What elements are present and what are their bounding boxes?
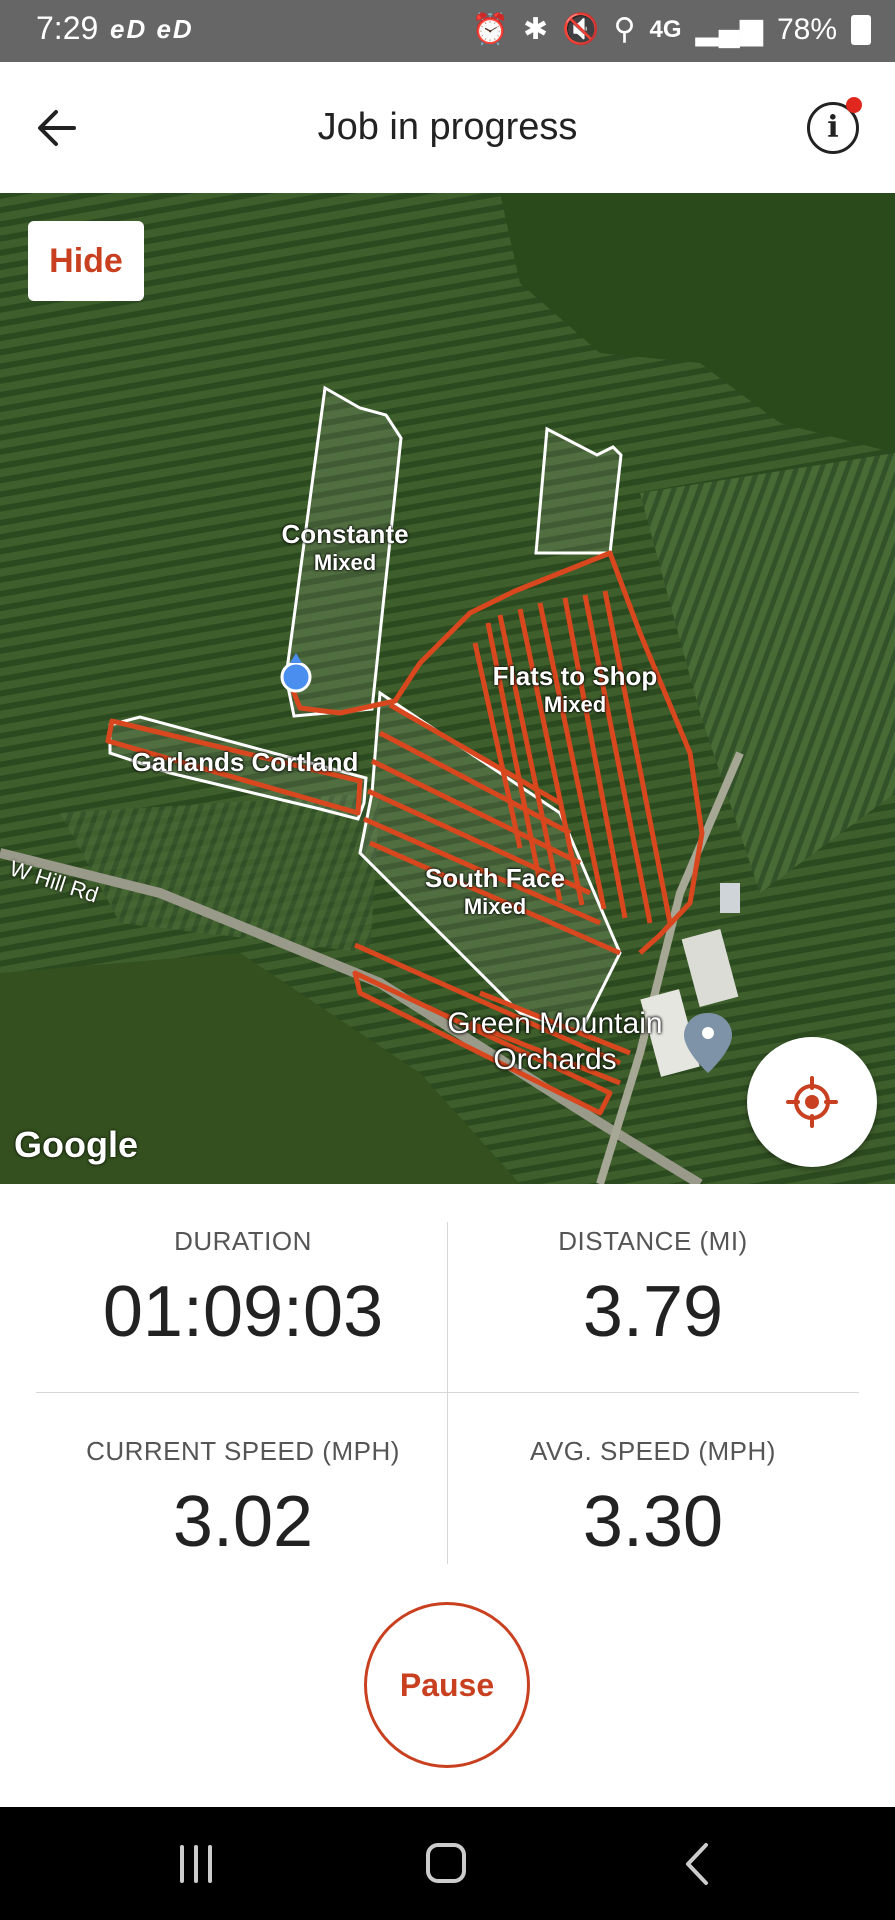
google-logo: Google bbox=[14, 1124, 138, 1165]
bluetooth-icon: ✱ bbox=[523, 13, 549, 46]
status-bar: 7:29 eD eD ⏰ ✱ 🔇 ⚲ 4G ▂▄▆ 78% bbox=[0, 0, 895, 62]
my-location-button[interactable] bbox=[747, 1037, 877, 1167]
stat-current-speed: CURRENT SPEED (MPH) 3.02 bbox=[38, 1436, 448, 1563]
signal-icon: ▂▄▆ bbox=[695, 13, 763, 46]
stat-value: 01:09:03 bbox=[102, 1272, 384, 1352]
recent-apps-button[interactable] bbox=[166, 1839, 226, 1889]
field-type: Mixed bbox=[463, 894, 527, 919]
field-name: Flats to Shop bbox=[492, 661, 658, 691]
divider-horizontal bbox=[36, 1392, 859, 1393]
pause-button[interactable]: Pause bbox=[364, 1602, 530, 1768]
notification-icons: eD eD bbox=[110, 14, 194, 44]
app-header: Job in progress i bbox=[0, 62, 895, 193]
place-label: Green Mountain Orchards bbox=[447, 1007, 663, 1076]
stat-duration: DURATION 01:09:03 bbox=[38, 1226, 448, 1353]
field-label-south-face[interactable]: South Face Mixed bbox=[410, 863, 580, 920]
stat-distance: DISTANCE (MI) 3.79 bbox=[448, 1226, 858, 1353]
stat-label: AVG. SPEED (MPH) bbox=[530, 1436, 776, 1466]
page-title: Job in progress bbox=[317, 106, 578, 148]
stat-label: DISTANCE (MI) bbox=[558, 1226, 748, 1256]
map-view[interactable]: Hide Constante Mixed Flats to Shop Mixed… bbox=[0, 193, 895, 1184]
chevron-left-icon bbox=[686, 1843, 708, 1885]
network-label: 4G bbox=[649, 15, 682, 43]
crosshair-icon bbox=[786, 1076, 838, 1128]
info-button[interactable]: i bbox=[807, 97, 862, 154]
mute-icon: 🔇 bbox=[562, 13, 600, 46]
stat-value: 3.79 bbox=[582, 1272, 724, 1352]
stat-label: DURATION bbox=[174, 1226, 312, 1256]
system-back-button[interactable] bbox=[668, 1839, 728, 1889]
alarm-icon: ⏰ bbox=[471, 13, 510, 46]
notification-dot bbox=[846, 97, 862, 113]
system-icons: ⏰ ✱ 🔇 ⚲ 4G ▂▄▆ 78% bbox=[472, 12, 871, 47]
system-nav-bar bbox=[0, 1807, 895, 1920]
field-name: South Face bbox=[424, 863, 566, 893]
status-time: 7:29 bbox=[36, 10, 99, 46]
field-type: Mixed bbox=[313, 550, 377, 575]
field-name: Constante bbox=[281, 519, 409, 549]
field-type: Mixed bbox=[543, 692, 607, 717]
home-button[interactable] bbox=[416, 1839, 476, 1889]
location-icon: ⚲ bbox=[613, 13, 636, 46]
stat-label: CURRENT SPEED (MPH) bbox=[86, 1436, 400, 1466]
field-name: Garlands Cortland bbox=[131, 747, 359, 777]
battery-level: 78% bbox=[776, 12, 837, 46]
battery-icon bbox=[851, 14, 871, 45]
field-label-garlands-cortland[interactable]: Garlands Cortland bbox=[120, 747, 370, 778]
stat-avg-speed: AVG. SPEED (MPH) 3.30 bbox=[448, 1436, 858, 1563]
info-icon: i bbox=[827, 110, 839, 145]
home-icon bbox=[426, 1843, 466, 1883]
field-label-flats-to-shop[interactable]: Flats to Shop Mixed bbox=[470, 661, 680, 718]
hide-button[interactable]: Hide bbox=[28, 221, 144, 301]
job-stats: DURATION 01:09:03 DISTANCE (MI) 3.79 CUR… bbox=[0, 1184, 895, 1564]
stat-value: 3.02 bbox=[172, 1482, 314, 1562]
recent-apps-icon bbox=[180, 1845, 212, 1883]
field-label-constante[interactable]: Constante Mixed bbox=[270, 519, 420, 576]
stat-value: 3.30 bbox=[582, 1482, 724, 1562]
